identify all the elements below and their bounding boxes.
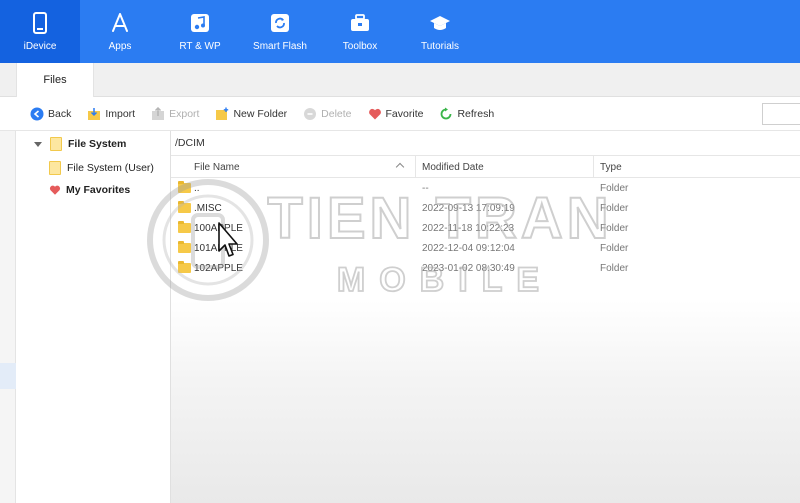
table-row[interactable]: 101APPLE 2022-12-04 09:12:04 Folder [171, 238, 800, 258]
left-edge-selection [0, 363, 16, 389]
nav-idevice[interactable]: iDevice [0, 0, 80, 63]
nav-smart-flash[interactable]: Smart Flash [240, 0, 320, 63]
tree-node-file-system-user[interactable]: File System (User) [49, 161, 154, 175]
nav-tutorials[interactable]: Tutorials [400, 0, 480, 63]
column-header-file-name[interactable]: File Name [188, 156, 240, 178]
caret-down-icon[interactable] [34, 141, 42, 147]
nav-label: Smart Flash [253, 41, 307, 52]
table-row[interactable]: 102APPLE 2023-01-02 08:30:49 Folder [171, 258, 800, 278]
search-input[interactable] [762, 103, 800, 125]
column-header-modified-date[interactable]: Modified Date [415, 156, 484, 178]
delete-icon [303, 107, 317, 121]
file-table-header: File Name Modified Date Type [171, 156, 800, 178]
folder-icon [178, 181, 191, 193]
nav-rt-wp[interactable]: RT & WP [160, 0, 240, 63]
path-bar[interactable]: /DCIM [171, 131, 800, 156]
new-folder-icon [215, 107, 229, 121]
table-row[interactable]: .. -- Folder [171, 178, 800, 198]
nav-label: iDevice [23, 41, 57, 52]
heart-icon [49, 184, 61, 196]
refresh-button[interactable]: Refresh [439, 107, 494, 121]
toolbox-icon [349, 11, 371, 35]
bottom-shade [171, 300, 800, 503]
mouse-pointer-icon [218, 222, 238, 257]
top-navigation: iDevice Apps RT & WP Smart Flash Toolbox… [0, 0, 800, 63]
tab-files[interactable]: Files [16, 63, 94, 97]
music-icon [190, 11, 210, 35]
folder-icon [50, 137, 62, 151]
back-arrow-icon [30, 107, 44, 121]
nav-toolbox[interactable]: Toolbox [320, 0, 400, 63]
left-edge-panel [0, 131, 16, 503]
column-header-type[interactable]: Type [593, 156, 622, 178]
folder-icon [178, 201, 191, 213]
refresh-icon [439, 107, 453, 121]
nav-label: Tutorials [421, 41, 459, 52]
flash-icon [270, 11, 290, 35]
folder-icon [178, 221, 191, 233]
folder-icon [178, 241, 191, 253]
nav-apps[interactable]: Apps [80, 0, 160, 63]
back-button[interactable]: Back [30, 107, 71, 121]
delete-button[interactable]: Delete [303, 107, 352, 121]
heart-icon [368, 107, 382, 121]
folder-icon [49, 161, 61, 175]
tab-strip: Files [0, 63, 800, 97]
tree-node-my-favorites[interactable]: My Favorites [49, 184, 130, 196]
folder-tree: File System File System (User) My Favori… [16, 131, 171, 503]
phone-icon [33, 11, 47, 35]
nav-label: Apps [108, 41, 132, 52]
graduation-cap-icon [429, 11, 451, 35]
file-table: .. -- Folder .MISC 2022-09-13 17:09:19 F… [171, 178, 800, 278]
export-icon [151, 106, 165, 121]
favorite-button[interactable]: Favorite [368, 107, 423, 121]
folder-icon [178, 261, 191, 273]
export-button[interactable]: Export [151, 106, 199, 121]
import-icon [87, 107, 101, 121]
table-row[interactable]: 100APPLE 2022-11-18 10:22:23 Folder [171, 218, 800, 238]
current-path: /DCIM [175, 137, 205, 149]
nav-label: Toolbox [342, 41, 378, 52]
import-button[interactable]: Import [87, 107, 135, 121]
toolbar: Back Import Export New Folder Delete Fav… [0, 97, 800, 131]
new-folder-button[interactable]: New Folder [215, 107, 287, 121]
sort-ascending-icon [395, 162, 405, 172]
nav-label: RT & WP [179, 41, 221, 52]
app-store-icon [109, 11, 131, 35]
tree-node-file-system[interactable]: File System [34, 137, 126, 151]
table-row[interactable]: .MISC 2022-09-13 17:09:19 Folder [171, 198, 800, 218]
